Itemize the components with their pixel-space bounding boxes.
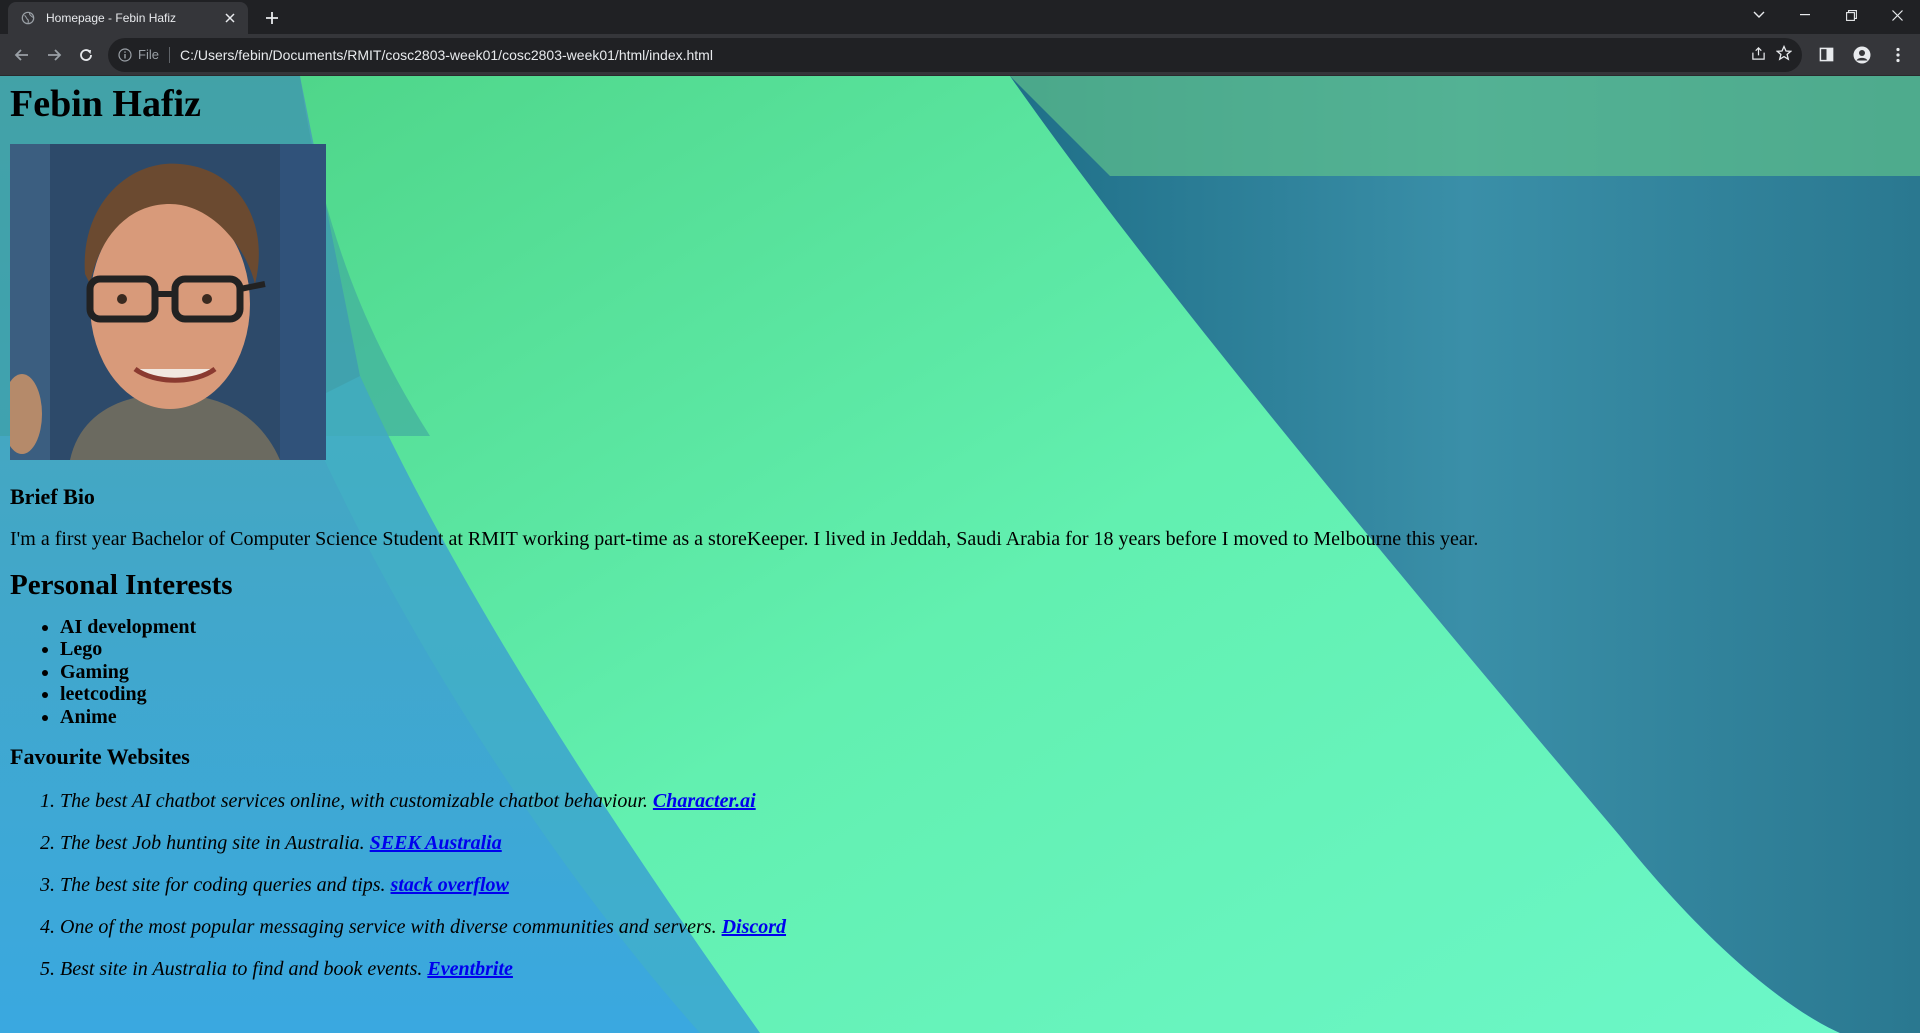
arrow-left-icon — [14, 48, 28, 61]
forward-button[interactable] — [38, 39, 70, 71]
reload-icon — [80, 48, 92, 61]
list-item: Anime — [60, 706, 1910, 729]
browser-tab[interactable]: Homepage - Febin Hafiz — [8, 2, 248, 34]
tab-strip: Homepage - Febin Hafiz — [0, 0, 1920, 34]
minimize-icon — [1800, 14, 1810, 16]
browser-toolbar: File C:/Users/febin/Documents/RMIT/cosc2… — [0, 34, 1920, 76]
page-viewport: Febin Hafiz Brief Bio I'm a first year B… — [0, 76, 1920, 1033]
list-item: Lego — [60, 638, 1910, 661]
list-item: AI development — [60, 616, 1910, 639]
list-item: The best AI chatbot services online, wit… — [60, 788, 1910, 814]
websites-heading: Favourite Websites — [10, 744, 190, 770]
page-content: Febin Hafiz Brief Bio I'm a first year B… — [0, 83, 1920, 982]
website-description: The best site for coding queries and tip… — [60, 874, 386, 897]
list-item: The best site for coding queries and tip… — [60, 872, 1910, 898]
plus-icon — [266, 12, 278, 24]
scheme-label: File — [138, 47, 159, 62]
restore-icon — [1845, 9, 1857, 21]
interests-heading: Personal Interests — [10, 568, 233, 601]
tab-title: Homepage - Febin Hafiz — [46, 11, 177, 25]
back-button[interactable] — [6, 39, 38, 71]
address-bar[interactable]: File C:/Users/febin/Documents/RMIT/cosc2… — [108, 37, 1802, 72]
url-text[interactable]: C:/Users/febin/Documents/RMIT/cosc2803-w… — [180, 47, 1751, 63]
arrow-right-icon — [48, 48, 62, 61]
close-icon[interactable] — [222, 10, 238, 26]
page-title: Febin Hafiz — [10, 83, 202, 125]
globe-icon — [20, 10, 36, 26]
new-tab-button[interactable] — [260, 6, 284, 30]
info-icon[interactable] — [118, 47, 132, 62]
list-item: One of the most popular messaging servic… — [60, 914, 1910, 940]
side-panel-icon — [1819, 47, 1833, 62]
restore-button[interactable] — [1828, 0, 1874, 30]
website-link-stack-overflow[interactable]: stack overflow — [391, 874, 509, 896]
profile-button[interactable] — [1846, 39, 1878, 71]
website-description: The best Job hunting site in Australia. — [60, 832, 365, 855]
website-link-seek[interactable]: SEEK Australia — [370, 832, 502, 854]
window-close-button[interactable] — [1874, 0, 1920, 30]
close-icon — [1891, 9, 1903, 21]
window-controls — [1736, 0, 1920, 30]
kebab-menu-icon — [1896, 47, 1900, 62]
interests-list: AI development Lego Gaming leetcoding An… — [10, 616, 1910, 729]
website-link-discord[interactable]: Discord — [722, 916, 786, 938]
tab-search-button[interactable] — [1736, 0, 1782, 30]
minimize-button[interactable] — [1782, 0, 1828, 30]
bio-heading: Brief Bio — [10, 483, 95, 509]
list-item: Best site in Australia to find and book … — [60, 956, 1910, 982]
website-description: One of the most popular messaging servic… — [60, 916, 717, 939]
side-panel-button[interactable] — [1810, 39, 1842, 71]
share-icon[interactable] — [1751, 46, 1766, 64]
website-description: The best AI chatbot services online, wit… — [60, 790, 648, 813]
list-item: leetcoding — [60, 683, 1910, 706]
list-item: Gaming — [60, 661, 1910, 684]
list-item: The best Job hunting site in Australia. … — [60, 830, 1910, 856]
star-icon[interactable] — [1775, 44, 1793, 64]
profile-photo — [10, 143, 326, 460]
profile-icon — [1853, 46, 1871, 63]
chevron-down-icon — [1753, 11, 1765, 18]
bio-text: I'm a first year Bachelor of Computer Sc… — [10, 527, 1479, 550]
reload-button[interactable] — [70, 39, 102, 71]
menu-button[interactable] — [1882, 39, 1914, 71]
website-description: Best site in Australia to find and book … — [60, 958, 423, 981]
website-link-character-ai[interactable]: Character.ai — [653, 790, 756, 812]
website-link-eventbrite[interactable]: Eventbrite — [427, 958, 513, 980]
websites-list: The best AI chatbot services online, wit… — [10, 788, 1910, 982]
omnibox-divider — [168, 46, 170, 63]
